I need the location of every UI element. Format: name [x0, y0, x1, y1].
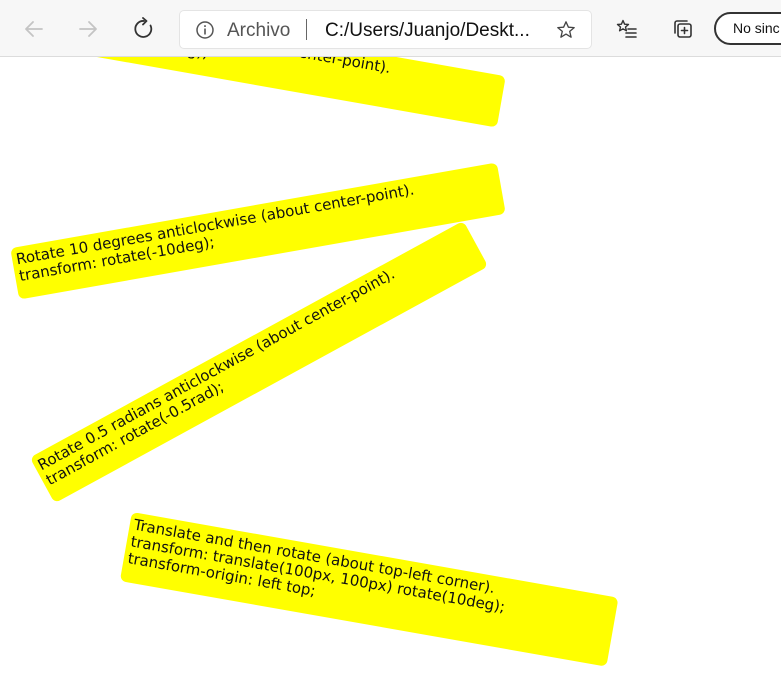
translated-rotated-box: Translate and then rotate (about top-lef…: [119, 512, 619, 667]
box-code: transform: translate(100px, 100px) rotat…: [129, 532, 507, 617]
star-icon[interactable]: [556, 20, 576, 40]
rotated-box-clockwise: Rotate 10 degrees clockwise (about cente…: [10, 57, 506, 128]
site-info-label[interactable]: Archivo: [227, 20, 290, 42]
info-icon[interactable]: [195, 20, 215, 40]
back-button[interactable]: [17, 12, 51, 46]
forward-icon: [79, 21, 97, 37]
address-separator: [306, 19, 307, 40]
refresh-icon: [134, 17, 153, 38]
address-bar[interactable]: Archivo C:/Users/Juanjo/Deskt...: [180, 11, 591, 48]
favorites-icon: [616, 19, 637, 38]
refresh-button[interactable]: [127, 12, 161, 46]
sync-button[interactable]: No sinc: [714, 12, 781, 45]
forward-button[interactable]: [71, 12, 105, 46]
browser-toolbar: Archivo C:/Users/Juanjo/Deskt... No sinc: [0, 0, 781, 57]
collections-button[interactable]: [666, 12, 700, 46]
page-viewport: Rotate 10 degrees clockwise (about cente…: [0, 57, 781, 687]
collections-icon: [674, 20, 692, 38]
url-text[interactable]: C:/Users/Juanjo/Deskt...: [325, 20, 555, 42]
back-icon: [25, 21, 43, 37]
favorites-button[interactable]: [610, 12, 644, 46]
